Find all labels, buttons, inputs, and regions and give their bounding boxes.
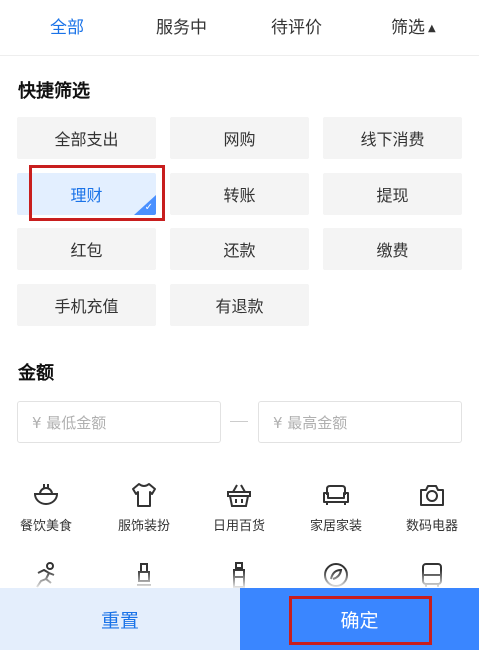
- reset-button[interactable]: 重置: [0, 588, 240, 650]
- category-clothing[interactable]: 服饰装扮: [104, 481, 184, 534]
- camera-icon: [420, 485, 444, 506]
- filter-withdraw[interactable]: 提现: [323, 173, 462, 215]
- basket-icon: [227, 484, 251, 507]
- filter-bill-payment[interactable]: 缴费: [323, 228, 462, 270]
- filter-has-refund[interactable]: 有退款: [170, 284, 309, 326]
- category-dining-label: 餐饮美食: [19, 519, 72, 534]
- quick-filter-title: 快捷筛选: [18, 81, 90, 102]
- category-digital[interactable]: 数码电器: [392, 481, 472, 534]
- category-dining[interactable]: 餐饮美食: [6, 481, 86, 534]
- tab-filter-label: 筛选: [391, 18, 425, 38]
- min-amount-input[interactable]: ¥ 最低金额: [17, 401, 221, 443]
- caret-up-icon: ▲: [428, 23, 436, 34]
- bowl-icon: [33, 484, 59, 505]
- filter-online-shopping[interactable]: 网购: [170, 117, 309, 159]
- filter-repayment[interactable]: 还款: [170, 228, 309, 270]
- amount-title: 金额: [18, 363, 54, 384]
- category-home[interactable]: 家居家装: [296, 481, 376, 534]
- category-digital-label: 数码电器: [405, 519, 458, 534]
- category-daily-goods-label: 日用百货: [212, 519, 265, 534]
- filter-red-packet[interactable]: 红包: [17, 228, 156, 270]
- scroll-fade: [0, 570, 479, 588]
- shirt-icon: [132, 483, 156, 507]
- filter-offline-consumption[interactable]: 线下消费: [323, 117, 462, 159]
- tab-all[interactable]: 全部: [50, 17, 84, 39]
- tab-filter[interactable]: 筛选 ▲: [391, 17, 436, 40]
- category-daily-goods[interactable]: 日用百货: [199, 481, 279, 534]
- range-separator: [230, 421, 248, 422]
- filter-all-expense[interactable]: 全部支出: [17, 117, 156, 159]
- tab-in-service[interactable]: 服务中: [156, 17, 207, 39]
- tab-to-review[interactable]: 待评价: [271, 17, 322, 39]
- filter-transfer[interactable]: 转账: [170, 173, 309, 215]
- sofa-icon: [323, 485, 349, 505]
- category-clothing-label: 服饰装扮: [117, 519, 170, 534]
- filter-phone-topup[interactable]: 手机充值: [17, 284, 156, 326]
- max-amount-input[interactable]: ¥ 最高金额: [258, 401, 462, 443]
- highlight-box-confirm: [289, 596, 432, 645]
- highlight-box: [29, 165, 165, 221]
- filter-tabs: 全部 服务中 待评价 筛选 ▲: [0, 0, 479, 56]
- category-home-label: 家居家装: [309, 519, 362, 534]
